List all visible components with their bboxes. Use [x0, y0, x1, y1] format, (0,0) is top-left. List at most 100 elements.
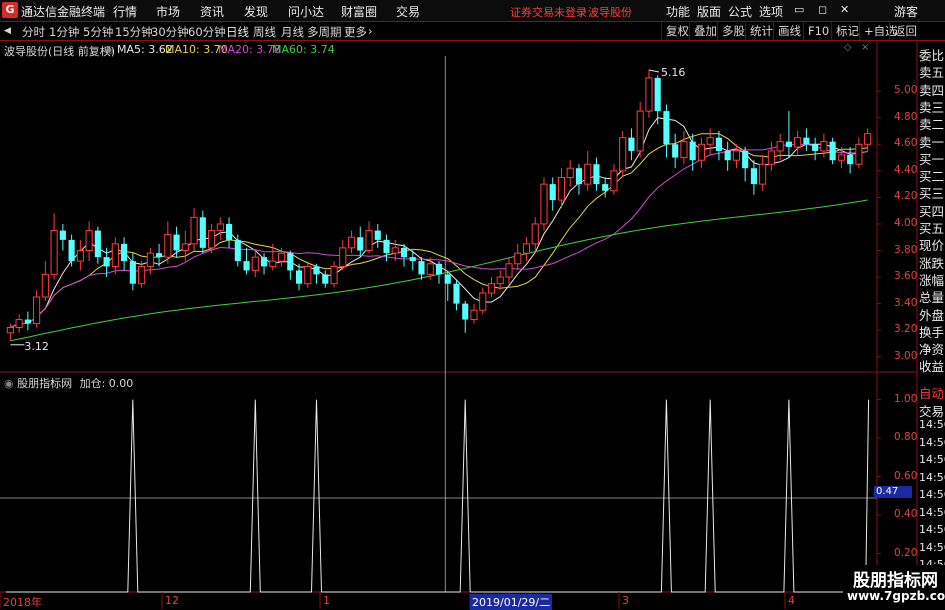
candle-body	[654, 77, 661, 112]
candle-body	[15, 319, 23, 329]
indicator-title: 股朋指标网	[17, 377, 73, 390]
candle-body	[549, 184, 556, 201]
watermark-url: www.7gpzb.com	[847, 589, 945, 603]
price-tick-label: 4.80	[894, 110, 918, 123]
sidebar-quote-label[interactable]: 总量	[919, 287, 945, 306]
candle-body	[732, 150, 740, 161]
sidebar-quote-label[interactable]: 卖四	[919, 80, 945, 99]
candle-body	[164, 234, 172, 258]
sidebar-quote-label[interactable]: 卖五	[919, 62, 945, 81]
candle-body	[689, 141, 696, 161]
high-annotation-line	[648, 69, 660, 73]
candle-body	[672, 144, 679, 158]
sidebar-quote-label[interactable]: 买四	[919, 201, 945, 220]
indicator-line	[6, 399, 870, 593]
candle-body	[374, 230, 381, 240]
date-tick-label: 2018年	[3, 596, 42, 609]
candle-body	[111, 243, 119, 267]
price-tick-label: 4.60	[894, 137, 918, 150]
sidebar-quote-label[interactable]: 现价	[919, 235, 945, 254]
price-tick-label: 3.00	[894, 349, 918, 362]
date-tick-label: 1	[323, 594, 330, 607]
candle-body	[251, 256, 259, 271]
candle-body	[794, 137, 802, 148]
candle-body	[121, 243, 128, 262]
price-tick-label: 3.80	[894, 243, 918, 256]
candle-body	[566, 167, 574, 178]
sidebar-quote-label[interactable]: 买一	[919, 149, 945, 168]
price-tick-label: 5.00	[894, 84, 918, 97]
candle-body	[706, 137, 714, 145]
sidebar-time-label: 14:56	[919, 435, 945, 449]
candle-body	[847, 154, 854, 165]
candle-body	[59, 230, 66, 240]
candle-body	[767, 150, 775, 165]
sidebar-quote-label[interactable]: 换手	[919, 322, 945, 341]
candle-body	[313, 266, 320, 275]
candle-body	[759, 163, 767, 185]
candle-body	[269, 260, 277, 267]
candle-body	[208, 230, 216, 249]
candle-body	[557, 176, 566, 201]
price-tick-label: 3.40	[894, 296, 918, 309]
candle-body	[750, 168, 757, 185]
indicator-marker: 0.47	[874, 486, 912, 498]
indicator-header: ◉ 股朋指标网 加仓: 0.00	[4, 375, 133, 391]
sidebar-quote-label[interactable]: 卖一	[919, 132, 945, 151]
sidebar-quote-label[interactable]: 买三	[919, 183, 945, 202]
candle-body	[531, 223, 539, 245]
sidebar-quote-label[interactable]: 买二	[919, 166, 945, 185]
sidebar-trade-label[interactable]: 自动	[919, 383, 945, 402]
candle-body	[190, 216, 198, 245]
candle-body	[85, 230, 93, 252]
date-tick-label: 12	[165, 594, 179, 607]
candle-body	[724, 150, 731, 161]
price-tick-label: 4.00	[894, 216, 918, 229]
candle-body	[94, 230, 101, 258]
date-tick-label: 3	[622, 594, 629, 607]
sidebar-quote-label[interactable]: 涨跌	[919, 253, 945, 272]
kline-chart[interactable]: 5.16 3.12	[0, 0, 945, 609]
candle-body	[837, 154, 845, 161]
candle-body	[470, 309, 478, 321]
candle-body	[146, 252, 154, 267]
candle-body	[444, 274, 451, 284]
candle-body	[365, 230, 373, 252]
sidebar-quote-label[interactable]: 净资	[919, 339, 945, 358]
candle-body	[295, 270, 303, 284]
candle-body	[357, 237, 364, 251]
candle-body	[322, 274, 329, 284]
candle-body	[715, 137, 722, 151]
candle-body	[277, 252, 286, 262]
indicator-tick-label: 0.20	[894, 546, 918, 559]
sidebar-quote-label[interactable]: 涨幅	[919, 270, 945, 289]
sidebar-trade-label[interactable]: 交易	[919, 401, 945, 420]
candle-body	[479, 292, 487, 311]
sidebar-quote-label[interactable]: 卖二	[919, 114, 945, 133]
candle-body	[462, 303, 469, 320]
indicator-tick-label: 0.80	[894, 431, 918, 444]
candle-body	[287, 253, 294, 271]
candle-body	[645, 77, 653, 112]
sidebar-quote-label[interactable]: 收益	[919, 356, 945, 375]
price-tick-label: 3.20	[894, 323, 918, 336]
candle-body	[347, 236, 356, 249]
candle-body	[243, 261, 250, 271]
candle-body	[602, 184, 609, 191]
candle-body	[742, 150, 749, 169]
candle-body	[129, 261, 136, 284]
candle-body	[522, 243, 531, 254]
indicator-settings-icon[interactable]: ◉	[4, 377, 14, 390]
candle-body	[785, 141, 792, 147]
candle-body	[514, 252, 522, 265]
watermark-box: 股朋指标网 www.7gpzb.com	[843, 565, 945, 609]
sidebar-quote-label[interactable]: 买五	[919, 218, 945, 237]
candle-body	[181, 243, 189, 252]
candle-body	[225, 223, 233, 240]
high-annotation-label: 5.16	[661, 66, 686, 79]
candle-body	[584, 163, 592, 185]
price-tick-label: 4.20	[894, 190, 918, 203]
sidebar-quote-label[interactable]: 委比	[919, 45, 945, 64]
sidebar-quote-label[interactable]: 卖三	[919, 97, 945, 116]
sidebar-quote-label[interactable]: 外盘	[919, 305, 945, 324]
